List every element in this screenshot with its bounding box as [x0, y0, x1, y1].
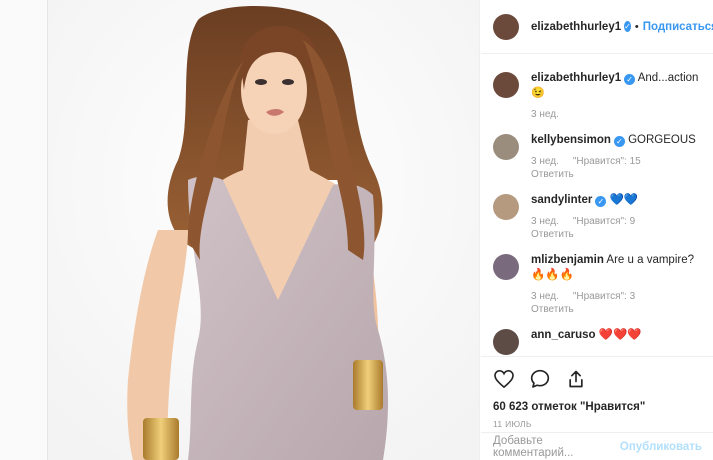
commenter-avatar[interactable] — [493, 254, 519, 280]
caption-item: elizabethhurley1 ✓ And...action 😉 3 нед. — [493, 71, 702, 120]
post-sidebar: elizabethhurley1 ✓ • Подписаться elizabe… — [481, 0, 713, 460]
comments-list[interactable]: elizabethhurley1 ✓ And...action 😉 3 нед. … — [481, 55, 713, 355]
share-icon[interactable] — [565, 368, 587, 390]
reply-button[interactable]: Ответить — [531, 229, 649, 240]
comment-input[interactable]: Добавьте комментарий... — [493, 435, 620, 459]
post-header: elizabethhurley1 ✓ • Подписаться — [481, 0, 713, 54]
comment-item: kellybensimon ✓ GORGEOUS 3 нед. "Нравится"… — [493, 133, 702, 180]
comment-item: mlizbenjamin Are u a vampire? 🔥🔥🔥 3 нед.… — [493, 253, 702, 315]
verified-icon: ✓ — [595, 196, 607, 207]
comment-likes[interactable]: "Нравится": 9 — [573, 216, 635, 227]
reply-button[interactable]: Ответить — [531, 169, 696, 180]
comment-time: 3 нед. — [531, 156, 559, 167]
commenter-avatar[interactable] — [493, 134, 519, 160]
verified-icon: ✓ — [624, 74, 636, 85]
wink-emoji: 😉 — [531, 87, 545, 99]
likes-count[interactable]: 60 623 отметок "Нравится" — [493, 401, 702, 413]
comment-username[interactable]: mlizbenjamin — [531, 254, 604, 266]
reply-button[interactable]: Ответить — [531, 304, 702, 315]
comment-time: 3 нед. — [531, 216, 559, 227]
comment-text: GORGEOUS — [628, 134, 696, 146]
heart-icon[interactable] — [493, 368, 515, 390]
comment-likes[interactable]: "Нравится": 15 — [573, 156, 641, 167]
action-bar: 60 623 отметок "Нравится" 11 ИЮЛЬ — [481, 356, 713, 429]
comment-text: 💙💙 — [609, 194, 639, 206]
post-date: 11 ИЮЛЬ — [493, 419, 532, 429]
follow-button[interactable]: Подписаться — [643, 21, 713, 33]
comment-likes[interactable]: "Нравится": 3 — [573, 291, 635, 302]
photo-image — [48, 0, 479, 460]
commenter-avatar[interactable] — [493, 329, 519, 355]
comment-username[interactable]: sandylinter — [531, 194, 592, 206]
author-avatar[interactable] — [493, 13, 519, 40]
separator-dot: • — [634, 20, 639, 33]
author-username[interactable]: elizabethhurley1 — [531, 21, 621, 33]
author-avatar[interactable] — [493, 72, 519, 98]
comment-username[interactable]: ann_caruso — [531, 329, 596, 341]
add-comment-bar: Добавьте комментарий... Опубликовать — [481, 432, 713, 460]
comment-icon[interactable] — [529, 368, 551, 390]
verified-icon: ✓ — [613, 136, 625, 147]
comment-username[interactable]: kellybensimon — [531, 134, 611, 146]
publish-button[interactable]: Опубликовать — [620, 441, 702, 453]
verified-icon: ✓ — [624, 21, 631, 32]
comment-item: ann_caruso ❤️❤️❤️ — [493, 328, 702, 355]
caption-text: And...action — [637, 72, 699, 84]
post-frame: elizabethhurley1 ✓ • Подписаться elizabe… — [47, 0, 713, 460]
comment-time: 3 нед. — [531, 291, 559, 302]
comment-text: ❤️❤️❤️ — [598, 329, 642, 341]
caption-time: 3 нед. — [531, 109, 559, 120]
post-photo[interactable] — [48, 0, 480, 460]
commenter-avatar[interactable] — [493, 194, 519, 220]
caption-username[interactable]: elizabethhurley1 — [531, 72, 621, 84]
comment-item: sandylinter ✓ 💙💙 3 нед. "Нравится": 9 Отве… — [493, 193, 702, 240]
